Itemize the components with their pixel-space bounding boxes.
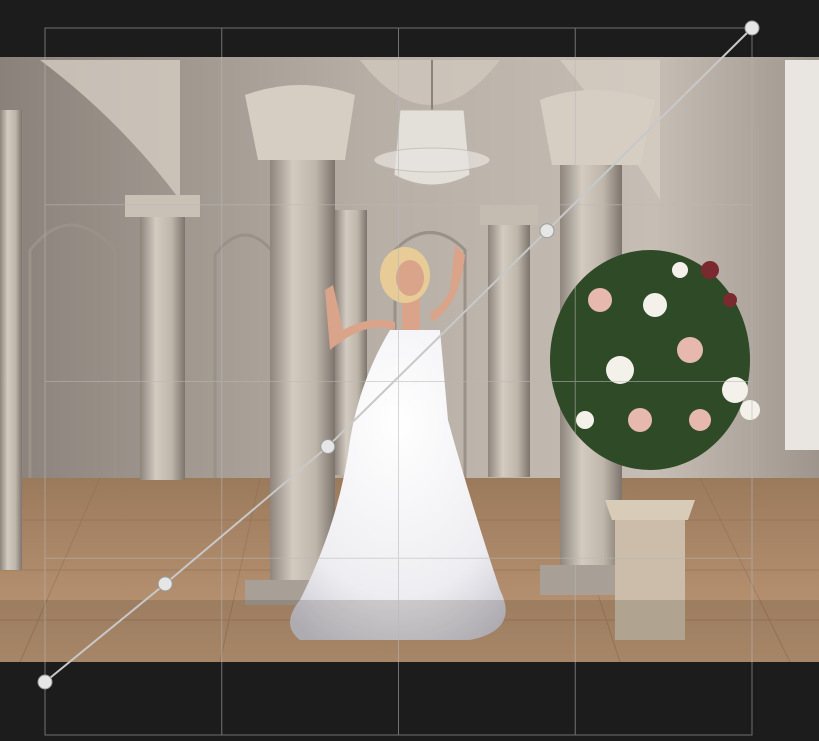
curve-point-white[interactable] bbox=[744, 20, 760, 36]
window bbox=[785, 60, 819, 450]
curve-point-black[interactable] bbox=[37, 674, 53, 690]
curves-editor bbox=[0, 20, 819, 736]
curve-control-point[interactable] bbox=[157, 576, 173, 592]
curve-control-point[interactable] bbox=[539, 223, 555, 239]
photo-preview bbox=[0, 57, 819, 662]
curve-control-point[interactable] bbox=[320, 439, 336, 455]
